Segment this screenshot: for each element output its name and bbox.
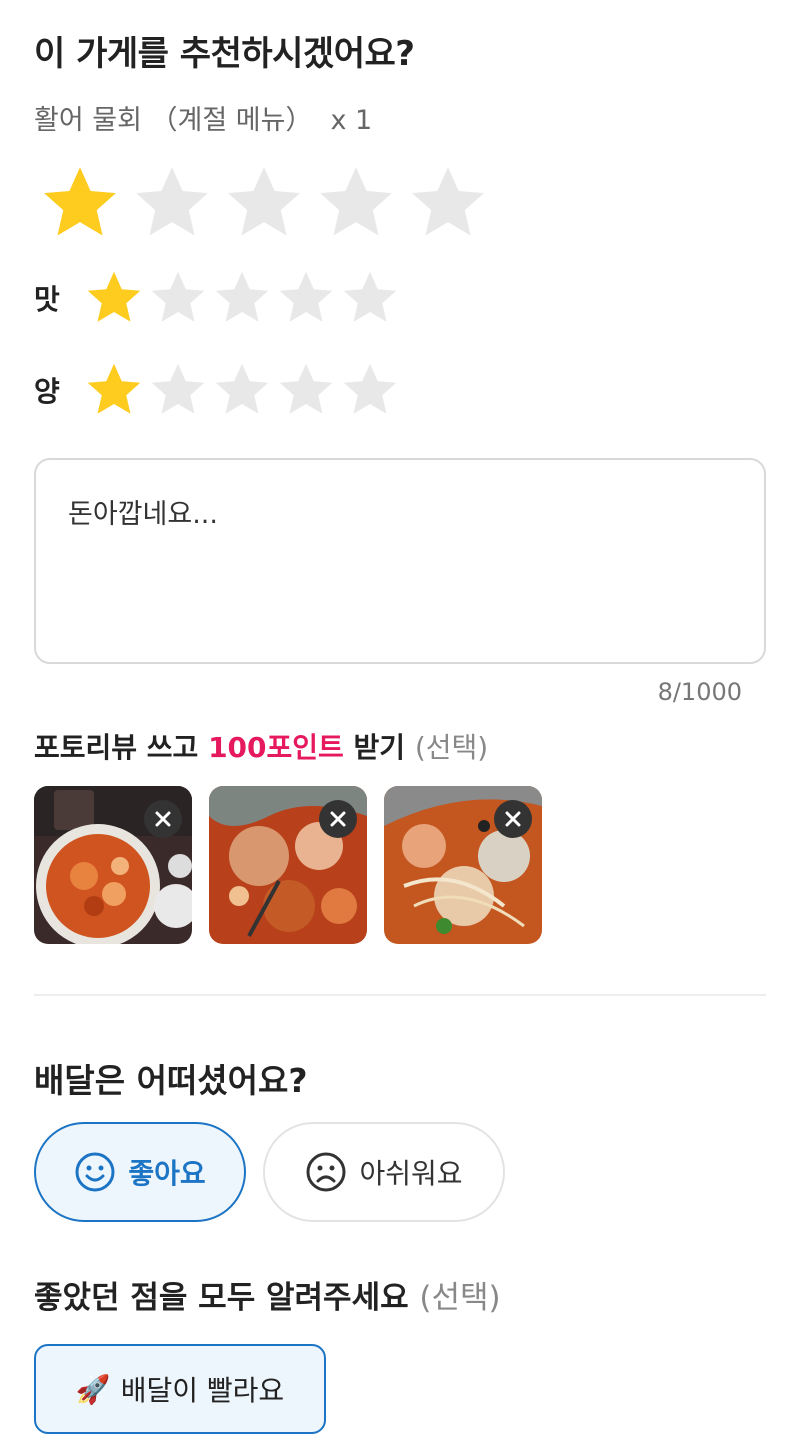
star-1[interactable] xyxy=(36,162,124,244)
chip-fast-delivery[interactable]: 🚀 배달이 빨라요 xyxy=(34,1344,326,1434)
star-3[interactable] xyxy=(210,360,274,420)
rocket-icon: 🚀 xyxy=(75,1372,111,1406)
star-3[interactable] xyxy=(210,268,274,328)
star-4[interactable] xyxy=(274,268,338,328)
star-5[interactable] xyxy=(404,162,492,244)
delivery-bad-label: 아쉬워요 xyxy=(359,1157,463,1190)
close-icon xyxy=(155,811,171,827)
delivery-good-button[interactable]: 좋아요 xyxy=(34,1122,246,1222)
page-title: 이 가게를 추천하시겠어요? xyxy=(34,34,415,74)
amount-rating-row: 양 xyxy=(34,360,402,420)
photo-review-points: 100포인트 xyxy=(208,731,344,764)
taste-rating-row: 맛 xyxy=(34,268,402,328)
star-3[interactable] xyxy=(220,162,308,244)
close-icon xyxy=(505,811,521,827)
character-counter: 8/1000 xyxy=(657,678,742,706)
photo-review-prefix: 포토리뷰 쓰고 xyxy=(34,731,209,764)
star-2[interactable] xyxy=(146,360,210,420)
star-1[interactable] xyxy=(82,268,146,328)
photo-list xyxy=(34,786,542,944)
amount-label: 양 xyxy=(34,375,60,408)
star-1[interactable] xyxy=(82,360,146,420)
photo-review-optional: (선택) xyxy=(414,731,489,764)
remove-photo-button[interactable] xyxy=(494,800,532,838)
smile-icon xyxy=(75,1152,115,1192)
taste-rating xyxy=(82,268,402,328)
photo-review-title: 포토리뷰 쓰고 100포인트 받기 (선택) xyxy=(34,726,488,766)
star-4[interactable] xyxy=(312,162,400,244)
review-text: 돈아깝네요... xyxy=(68,499,218,530)
star-2[interactable] xyxy=(128,162,216,244)
amount-rating xyxy=(82,360,402,420)
taste-label: 맛 xyxy=(34,283,60,316)
star-2[interactable] xyxy=(146,268,210,328)
good-points-title: 좋았던 점을 모두 알려주세요 (선택) xyxy=(34,1272,501,1317)
star-4[interactable] xyxy=(274,360,338,420)
delivery-good-label: 좋아요 xyxy=(128,1157,206,1190)
menu-item-line: 활어 물회 （계절 메뉴） x 1 xyxy=(34,98,372,137)
chip-fast-delivery-label: 배달이 빨라요 xyxy=(120,1374,285,1407)
menu-item-quantity: x 1 xyxy=(330,105,373,136)
food-photo-1[interactable] xyxy=(34,786,192,944)
star-5[interactable] xyxy=(338,268,402,328)
close-icon xyxy=(330,811,346,827)
remove-photo-button[interactable] xyxy=(319,800,357,838)
delivery-bad-button[interactable]: 아쉬워요 xyxy=(263,1122,505,1222)
food-photo-3[interactable] xyxy=(384,786,542,944)
sad-icon xyxy=(306,1152,346,1192)
good-points-optional: (선택) xyxy=(419,1280,501,1316)
section-divider xyxy=(34,994,766,996)
good-points-title-text: 좋았던 점을 모두 알려주세요 xyxy=(34,1280,420,1316)
star-5[interactable] xyxy=(338,360,402,420)
review-textarea[interactable]: 돈아깝네요... xyxy=(34,458,766,664)
photo-review-suffix: 받기 xyxy=(343,731,415,764)
overall-rating xyxy=(36,162,492,244)
food-photo-2[interactable] xyxy=(209,786,367,944)
delivery-title: 배달은 어떠셨어요? xyxy=(34,1061,308,1100)
menu-item-name: 활어 물회 （계절 메뉴） xyxy=(34,105,313,136)
remove-photo-button[interactable] xyxy=(144,800,182,838)
